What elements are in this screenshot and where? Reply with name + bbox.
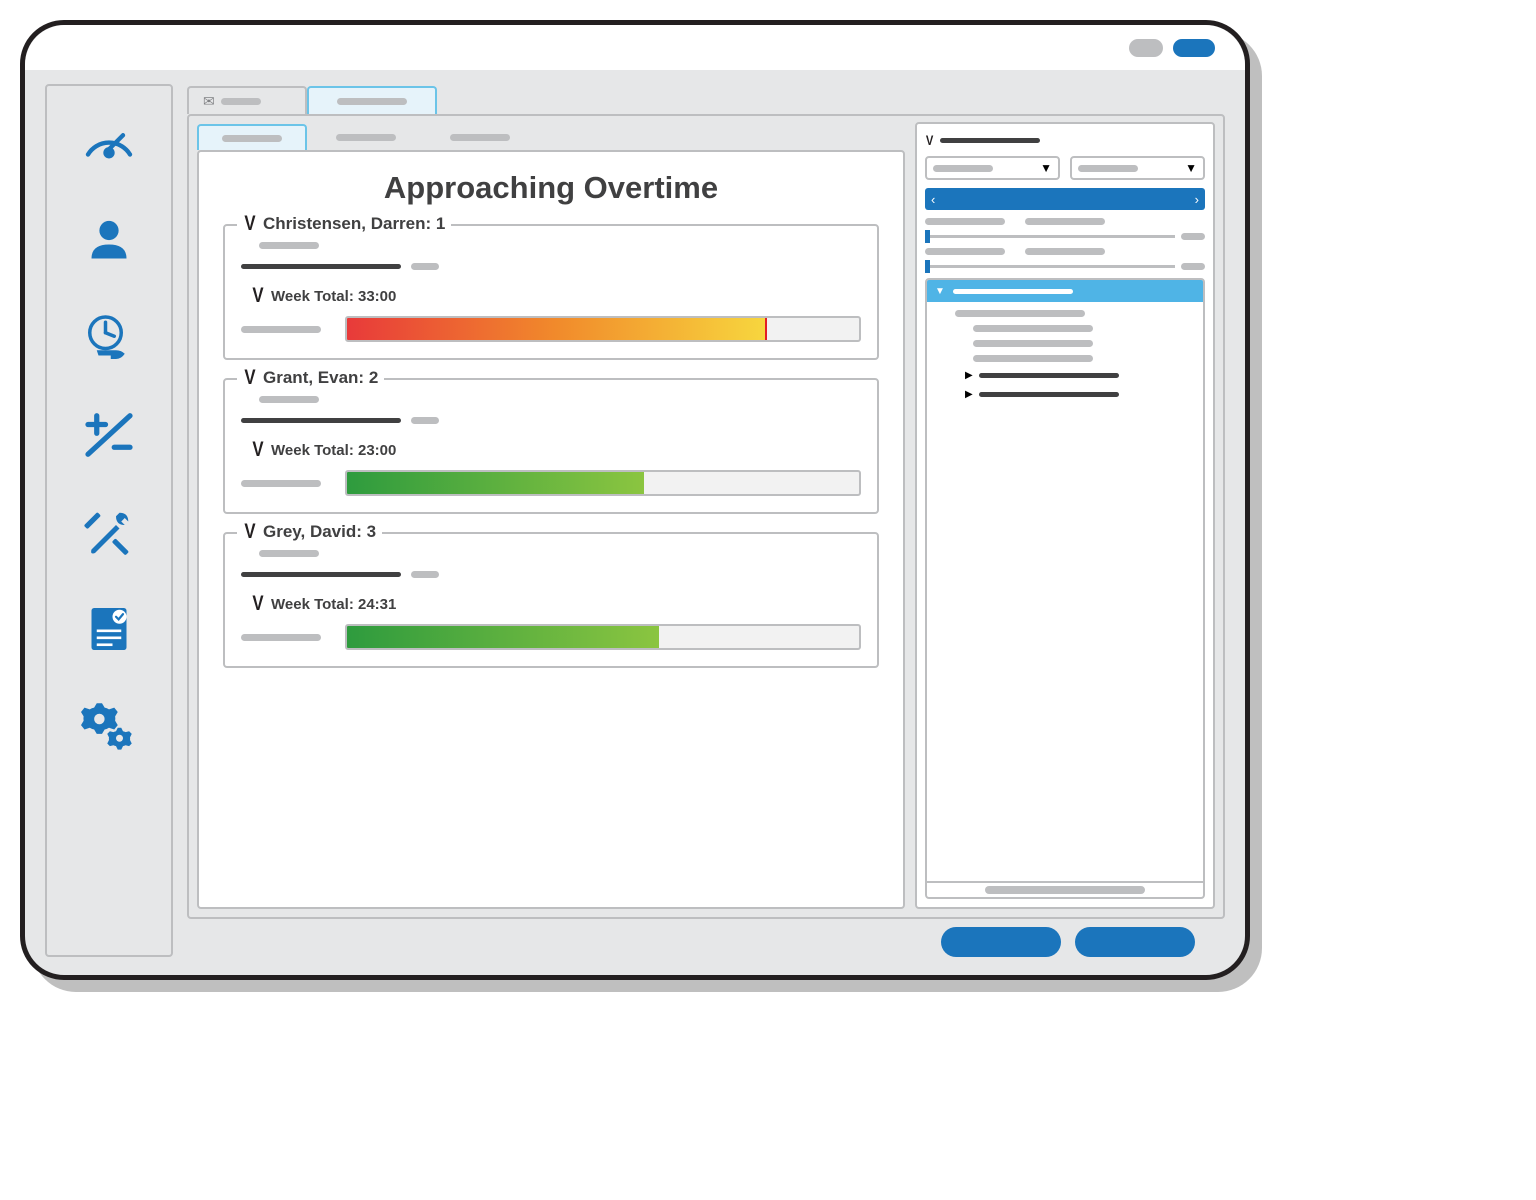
sub-tab-2[interactable] [311,124,421,150]
horizontal-scrollbar[interactable] [927,881,1203,897]
progress-fill [347,318,767,340]
workspace: ✉ Approaching Overtime [25,70,1245,975]
bottom-action-bar [187,919,1225,957]
week-total-label: Week Total: 23:00 [271,442,396,459]
next-button[interactable]: › [1195,192,1199,207]
device-status-bar [25,25,1245,70]
action-button-1[interactable] [941,927,1061,957]
chevron-down-icon: V [252,438,263,462]
content-card: Approaching Overtime V Christensen, Darr… [197,150,905,909]
employee-header[interactable]: V Grey, David: 3 [237,520,382,544]
gears-icon[interactable] [81,698,137,759]
file-tab-row: ✉ [187,84,1225,114]
progress-fill [347,626,659,648]
tablet-frame: ✉ Approaching Overtime [20,20,1250,980]
employee-name: Grant, Evan: 2 [263,368,378,388]
prev-button[interactable]: ‹ [931,192,935,207]
clock-wrench-icon[interactable] [81,310,137,371]
document-check-icon[interactable] [81,601,137,662]
tree-header[interactable]: ▼ [927,280,1203,302]
dropdown-2[interactable]: ▼ [1070,156,1205,180]
dropdown-1[interactable]: ▼ [925,156,1060,180]
caret-right-icon: ▶ [965,389,973,400]
week-total-header[interactable]: V Week Total: 23:00 [251,438,861,462]
status-indicator-gray [1129,39,1163,57]
chevron-down-icon: V [244,366,255,390]
plus-minus-icon[interactable] [81,407,137,468]
main-column: ✉ Approaching Overtime [187,84,1225,957]
file-tab-active[interactable] [307,86,437,114]
dashboard-icon[interactable] [81,116,137,177]
caret-down-icon: ▼ [1040,161,1052,175]
page-title: Approaching Overtime [223,170,879,206]
tree-item[interactable] [955,310,1195,317]
tree-item[interactable]: ▶ [965,389,1195,400]
caret-right-icon: ▶ [965,370,973,381]
tree-item[interactable]: ▶ [965,370,1195,381]
caret-down-icon: ▼ [935,286,945,297]
week-total-label: Week Total: 33:00 [271,288,396,305]
progress-bar [345,316,861,342]
sub-tab-1[interactable] [197,124,307,150]
slider-2[interactable] [925,263,1205,270]
progress-fill [347,472,644,494]
tree-item[interactable] [973,325,1195,332]
chevron-down-icon: V [244,212,255,236]
employee-block: V Christensen, Darren: 1 V Week Total: 3… [223,224,879,360]
employee-name: Grey, David: 3 [263,522,376,542]
date-nav-bar: ‹ › [925,188,1205,210]
sidebar [45,84,173,957]
person-icon[interactable] [81,213,137,274]
tree-item[interactable] [973,355,1195,362]
tree-view: ▼ ▶ ▶ [925,278,1205,899]
main-container: Approaching Overtime V Christensen, Darr… [187,114,1225,919]
mail-icon: ✉ [203,93,215,110]
slider-1[interactable] [925,233,1205,240]
side-panel-header[interactable]: V [925,132,1205,148]
employee-name: Christensen, Darren: 1 [263,214,445,234]
sub-tab-3[interactable] [425,124,535,150]
employee-header[interactable]: V Christensen, Darren: 1 [237,212,451,236]
chevron-down-icon: V [252,592,263,616]
content-panel: Approaching Overtime V Christensen, Darr… [197,122,905,909]
action-button-2[interactable] [1075,927,1195,957]
tree-item[interactable] [973,340,1195,347]
progress-bar [345,624,861,650]
status-indicator-blue [1173,39,1215,57]
week-total-label: Week Total: 24:31 [271,596,396,613]
employee-header[interactable]: V Grant, Evan: 2 [237,366,384,390]
employee-block: V Grey, David: 3 V Week Total: 24:31 [223,532,879,668]
caret-down-icon: ▼ [1185,161,1197,175]
file-tab-mail[interactable]: ✉ [187,86,307,114]
employee-block: V Grant, Evan: 2 V Week Total: 23:00 [223,378,879,514]
progress-bar [345,470,861,496]
chevron-down-icon: V [244,520,255,544]
chevron-down-icon: V [252,284,263,308]
chevron-down-icon: V [926,132,933,148]
week-total-header[interactable]: V Week Total: 24:31 [251,592,861,616]
side-panel: V ▼ ▼ ‹ › [915,122,1215,909]
tools-icon[interactable] [81,504,137,565]
sub-tab-row [197,122,905,150]
week-total-header[interactable]: V Week Total: 33:00 [251,284,861,308]
